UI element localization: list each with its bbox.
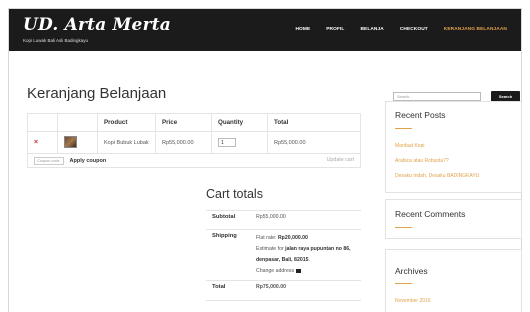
shipping-rate-value: Rp20,000.00 (277, 235, 308, 241)
recent-comments-title: Recent Comments (395, 209, 466, 219)
table-row: × Kopi Bubuk Lubak Rp55,000.00 1 Rp55,00… (27, 131, 361, 154)
total-label: Total (206, 280, 250, 301)
product-column-header: Product (97, 113, 156, 132)
cart-totals-title: Cart totals (206, 187, 263, 201)
site-logo[interactable]: UD. Arta Merta (23, 15, 171, 35)
total-column-header: Total (267, 113, 361, 132)
archives-widget: Archives November 2016 (385, 249, 522, 312)
recent-post-link[interactable]: Manfaat Kopi (395, 143, 424, 149)
price-column-header: Price (155, 113, 212, 132)
shipping-row: Shipping Flat rate: Rp20,000.00 Estimate… (206, 229, 361, 281)
nav-profil[interactable]: PROFIL (318, 27, 352, 32)
archives-title: Archives (395, 266, 428, 276)
shipping-rate: Flat rate: Rp20,000.00 (256, 233, 355, 244)
coupon-input[interactable]: Coupon code (34, 156, 64, 165)
title-underline (395, 283, 412, 284)
change-address-label[interactable]: Change address (256, 268, 294, 274)
page-frame: UD. Arta Merta Kopi Luwak Bali Asli Badi… (8, 8, 522, 312)
coupon-row: Coupon code Apply coupon Update cart (27, 153, 361, 168)
shipping-label: Shipping (206, 229, 250, 281)
subtotal-row: Subtotal Rp55,000.00 (206, 210, 361, 230)
nav-home[interactable]: HOME (287, 27, 318, 32)
quantity-stepper[interactable]: 1 (218, 138, 236, 147)
shipping-rate-prefix: Flat rate: (256, 235, 277, 241)
subtotal-label: Subtotal (206, 210, 250, 230)
recent-posts-title: Recent Posts (395, 110, 446, 120)
change-address-link[interactable]: Change address (256, 266, 355, 277)
page-title: Keranjang Belanjaan (27, 85, 167, 102)
title-underline (395, 227, 412, 228)
site-header: UD. Arta Merta Kopi Luwak Bali Asli Badi… (9, 9, 521, 51)
shipping-estimate: Estimate for jalan raya pupuntan no 86, … (256, 246, 351, 263)
nav-checkout[interactable]: CHECKOUT (392, 27, 436, 32)
apply-coupon-button[interactable]: Apply coupon (70, 158, 107, 164)
title-underline (395, 128, 412, 129)
archive-link[interactable]: November 2016 (395, 298, 431, 304)
product-price: Rp55,000.00 (155, 131, 212, 154)
recent-post-link[interactable]: Desaku Indah, Desaku BADINGKAYU (395, 173, 479, 179)
remove-cell: × (27, 131, 58, 154)
remove-column-header (27, 113, 58, 132)
remove-item-icon[interactable]: × (34, 139, 38, 146)
truck-icon (296, 268, 302, 273)
total-amount: Rp75,000.00 (256, 284, 286, 290)
product-name[interactable]: Kopi Bubuk Lubak (97, 131, 156, 154)
total-row: Total Rp75,000.00 (206, 280, 361, 301)
subtotal-value: Rp55,000.00 (250, 210, 361, 230)
product-subtotal: Rp55,000.00 (267, 131, 361, 154)
nav-belanja[interactable]: BELANJA (352, 27, 391, 32)
product-thumbnail[interactable] (64, 135, 77, 148)
cart-header-row: Product Price Quantity Total (27, 113, 361, 132)
quantity-column-header: Quantity (211, 113, 268, 132)
total-value: Rp75,000.00 (250, 280, 361, 301)
search-input[interactable]: Search... (393, 92, 481, 101)
main-nav: HOME PROFIL BELANJA CHECKOUT KERANJANG B… (287, 27, 515, 32)
update-cart-button[interactable]: Update cart (327, 157, 354, 163)
thumbnail-cell (57, 131, 98, 154)
recent-post-link[interactable]: Arabica atau Robusta?? (395, 158, 449, 164)
cart-totals-table: Subtotal Rp55,000.00 Shipping Flat rate:… (206, 210, 361, 301)
recent-comments-widget: Recent Comments (385, 199, 522, 239)
nav-keranjang-belanjaan[interactable]: KERANJANG BELANJAAN (436, 27, 515, 32)
shipping-details: Flat rate: Rp20,000.00 Estimate for jala… (250, 229, 361, 281)
thumbnail-column-header (57, 113, 98, 132)
recent-posts-widget: Recent Posts Manfaat Kopi Arabica atau R… (385, 101, 522, 193)
estimate-prefix: Estimate for (256, 246, 284, 252)
coupon-actions: Coupon code Apply coupon Update cart (27, 153, 361, 168)
quantity-cell: 1 (211, 131, 268, 154)
site-tagline: Kopi Luwak Bali Asli Badingkayu (23, 38, 89, 43)
cart-table: Product Price Quantity Total × Kopi Bubu… (27, 113, 361, 168)
